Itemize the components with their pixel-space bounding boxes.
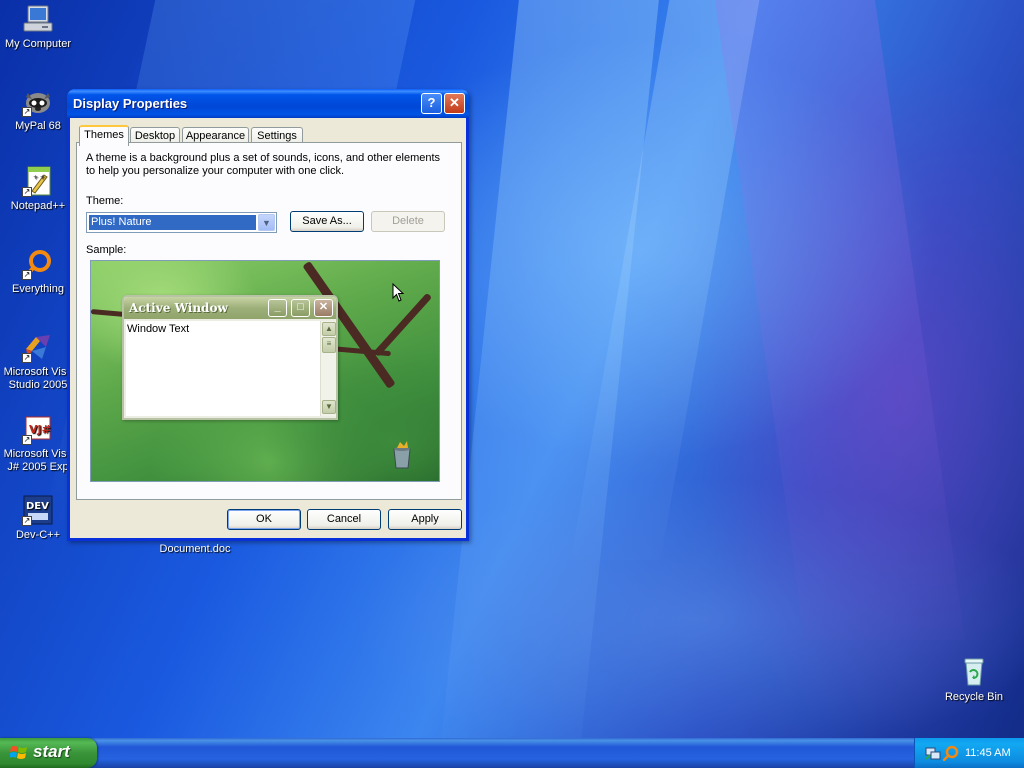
svg-text:+ +: + + (33, 174, 45, 181)
start-button[interactable]: start (0, 738, 97, 768)
sample-scrollbar: ▲ ≡ ▼ (320, 321, 336, 416)
my-computer-icon (22, 3, 54, 35)
sample-window-title-bar: Active Window _ □ ✕ (124, 297, 336, 319)
dialog-title: Display Properties (73, 96, 188, 111)
close-button[interactable]: ✕ (444, 93, 465, 114)
vjsharp-icon: VJ# ↗ (22, 413, 54, 445)
clock[interactable]: 11:45 AM (965, 747, 1011, 759)
ok-button[interactable]: OK (227, 509, 301, 530)
sample-window-body: Window Text (126, 321, 320, 416)
system-tray: 11:45 AM (914, 738, 1024, 768)
visual-studio-icon: ↗ (22, 331, 54, 363)
sample-window-text: Window Text (127, 323, 190, 335)
scroll-thumb: ≡ (322, 337, 336, 353)
theme-select[interactable]: Plus! Nature ▼ (86, 212, 277, 233)
wallpaper-streak (441, 0, 659, 740)
close-icon: ✕ (314, 299, 333, 317)
scroll-down-icon: ▼ (322, 400, 336, 414)
network-icon[interactable] (925, 745, 941, 761)
theme-sample-preview: Active Window _ □ ✕ Window Text ▲ ≡ ▼ (90, 260, 440, 482)
desktop-icon-everything[interactable]: ↗ Everything (0, 248, 77, 296)
desktop-icon-devcpp[interactable]: DEV ↗ Dev-C++ (0, 494, 77, 542)
theme-label: Theme: (86, 195, 124, 207)
recycle-bin-icon (393, 441, 411, 469)
theme-description: A theme is a background plus a set of so… (86, 152, 441, 177)
devcpp-icon: DEV ↗ (22, 494, 54, 526)
help-button[interactable]: ? (421, 93, 442, 114)
desktop-icon-vjsharp[interactable]: VJ# ↗ Microsoft Visu J# 2005 Exp (0, 413, 77, 474)
sample-active-window: Active Window _ □ ✕ Window Text ▲ ≡ ▼ (122, 295, 338, 420)
theme-select-value: Plus! Nature (89, 215, 256, 230)
desktop-icon-recycle-bin[interactable]: Recycle Bin (935, 656, 1013, 704)
chevron-down-icon[interactable]: ▼ (258, 214, 275, 231)
mouse-cursor-icon (392, 283, 404, 302)
windows-flag-icon (10, 746, 27, 759)
maximize-icon: □ (291, 299, 310, 317)
scroll-up-icon: ▲ (322, 322, 336, 336)
svg-text:VJ#: VJ# (29, 423, 51, 436)
desktop-icon-notepadpp[interactable]: + + ↗ Notepad++ (0, 165, 77, 213)
desktop-icon-mypal[interactable]: ↗ MyPal 68 (0, 85, 77, 133)
display-properties-dialog: Display Properties ? ✕ Themes Desktop Ap… (67, 89, 469, 541)
wallpaper-streak (570, 0, 760, 560)
desktop-icon-visual-studio[interactable]: ↗ Microsoft Visu Studio 2005 (0, 331, 77, 392)
everything-tray-icon[interactable] (943, 745, 959, 761)
sample-label: Sample: (86, 244, 127, 256)
everything-icon: ↗ (22, 248, 54, 280)
wallpaper-streak (715, 0, 965, 640)
apply-button[interactable]: Apply (388, 509, 462, 530)
taskbar: start 11:45 AM (0, 738, 1024, 768)
tab-themes[interactable]: Themes (79, 125, 129, 146)
recycle-bin-icon (958, 656, 990, 688)
delete-button[interactable]: Delete (371, 211, 445, 232)
start-label: start (33, 742, 70, 761)
cancel-button[interactable]: Cancel (307, 509, 381, 530)
desktop-icon-my-computer[interactable]: My Computer (0, 3, 77, 51)
dialog-title-bar[interactable]: Display Properties ? ✕ (67, 89, 469, 118)
svg-text:DEV: DEV (26, 501, 49, 512)
sample-window-title: Active Window (129, 301, 228, 315)
save-as-button[interactable]: Save As... (290, 211, 364, 232)
desktop-icon-document[interactable]: Document.doc (155, 543, 235, 559)
minimize-icon: _ (268, 299, 287, 317)
notepadpp-icon: + + ↗ (22, 165, 54, 197)
mypal-icon: ↗ (22, 85, 54, 117)
